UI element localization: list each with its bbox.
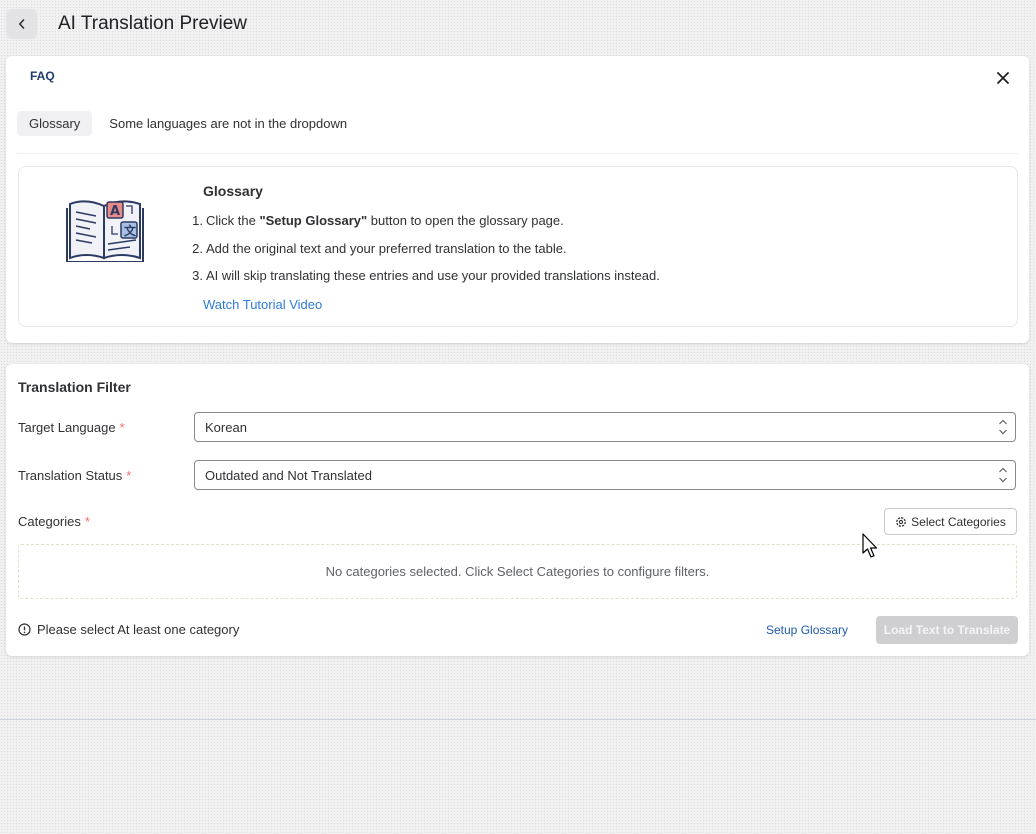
svg-text:A: A	[110, 204, 120, 219]
divider	[17, 153, 1018, 154]
categories-label: Categories *	[18, 514, 90, 529]
book-translate-icon: A 文	[66, 200, 144, 262]
glossary-step-3: 3. AI will skip translating these entrie…	[192, 268, 660, 296]
faq-tabs: Glossary Some languages are not in the d…	[17, 111, 359, 136]
chevron-left-icon	[18, 19, 24, 29]
glossary-help-box: A 文 Glossary 1. Click the "Setup Glossar…	[18, 166, 1018, 327]
target-language-label: Target Language *	[18, 420, 125, 435]
warning-text: Please select At least one category	[37, 622, 240, 637]
faq-panel: FAQ Glossary Some languages are not in t…	[6, 56, 1029, 343]
translation-status-select[interactable]: Outdated and Not Translated	[194, 460, 1016, 490]
gear-icon	[896, 516, 906, 527]
chevron-up-down-icon	[999, 419, 1007, 435]
target-language-value: Korean	[205, 419, 247, 435]
mouse-cursor-icon	[862, 533, 878, 558]
faq-title: FAQ	[30, 69, 55, 83]
tab-languages[interactable]: Some languages are not in the dropdown	[92, 111, 359, 136]
glossary-heading: Glossary	[203, 183, 263, 199]
tutorial-video-link[interactable]: Watch Tutorial Video	[203, 297, 322, 312]
step-text: Click the "Setup Glossary" button to ope…	[206, 213, 564, 228]
select-categories-button[interactable]: Select Categories	[884, 508, 1017, 535]
translation-status-label: Translation Status *	[18, 468, 132, 483]
load-text-button[interactable]: Load Text to Translate	[876, 616, 1018, 644]
required-marker: *	[84, 514, 90, 529]
category-warning: Please select At least one category	[18, 622, 239, 637]
filter-title: Translation Filter	[18, 379, 131, 395]
translation-filter-panel: Translation Filter Target Language * Kore…	[6, 364, 1029, 656]
page-title: AI Translation Preview	[58, 13, 248, 34]
svg-text:文: 文	[124, 223, 137, 238]
back-button[interactable]	[6, 9, 37, 39]
page-header: AI Translation Preview	[0, 0, 1036, 50]
step-number: 1.	[192, 213, 203, 228]
glossary-step-2: 2. Add the original text and your prefer…	[192, 240, 660, 269]
glossary-steps: 1. Click the "Setup Glossary" button to …	[192, 213, 660, 296]
step-text: Add the original text and your preferred…	[206, 240, 567, 256]
required-marker: *	[126, 468, 132, 483]
step-number: 2.	[192, 240, 203, 256]
tab-glossary[interactable]: Glossary	[17, 111, 93, 136]
glossary-step-1: 1. Click the "Setup Glossary" button to …	[192, 213, 660, 241]
empty-state-text: No categories selected. Click Select Cat…	[325, 564, 710, 579]
required-marker: *	[119, 420, 125, 435]
translation-status-value: Outdated and Not Translated	[205, 467, 372, 483]
select-categories-label: Select Categories	[911, 514, 1006, 529]
info-circle-icon	[18, 623, 31, 636]
step-number: 3.	[192, 268, 203, 283]
footer-divider	[0, 719, 1036, 720]
target-language-select[interactable]: Korean	[194, 412, 1016, 442]
step-text: AI will skip translating these entries a…	[206, 268, 660, 283]
close-icon	[997, 72, 1009, 84]
close-button[interactable]	[993, 68, 1013, 88]
setup-glossary-link[interactable]: Setup Glossary	[766, 623, 848, 637]
chevron-up-down-icon	[999, 467, 1007, 483]
